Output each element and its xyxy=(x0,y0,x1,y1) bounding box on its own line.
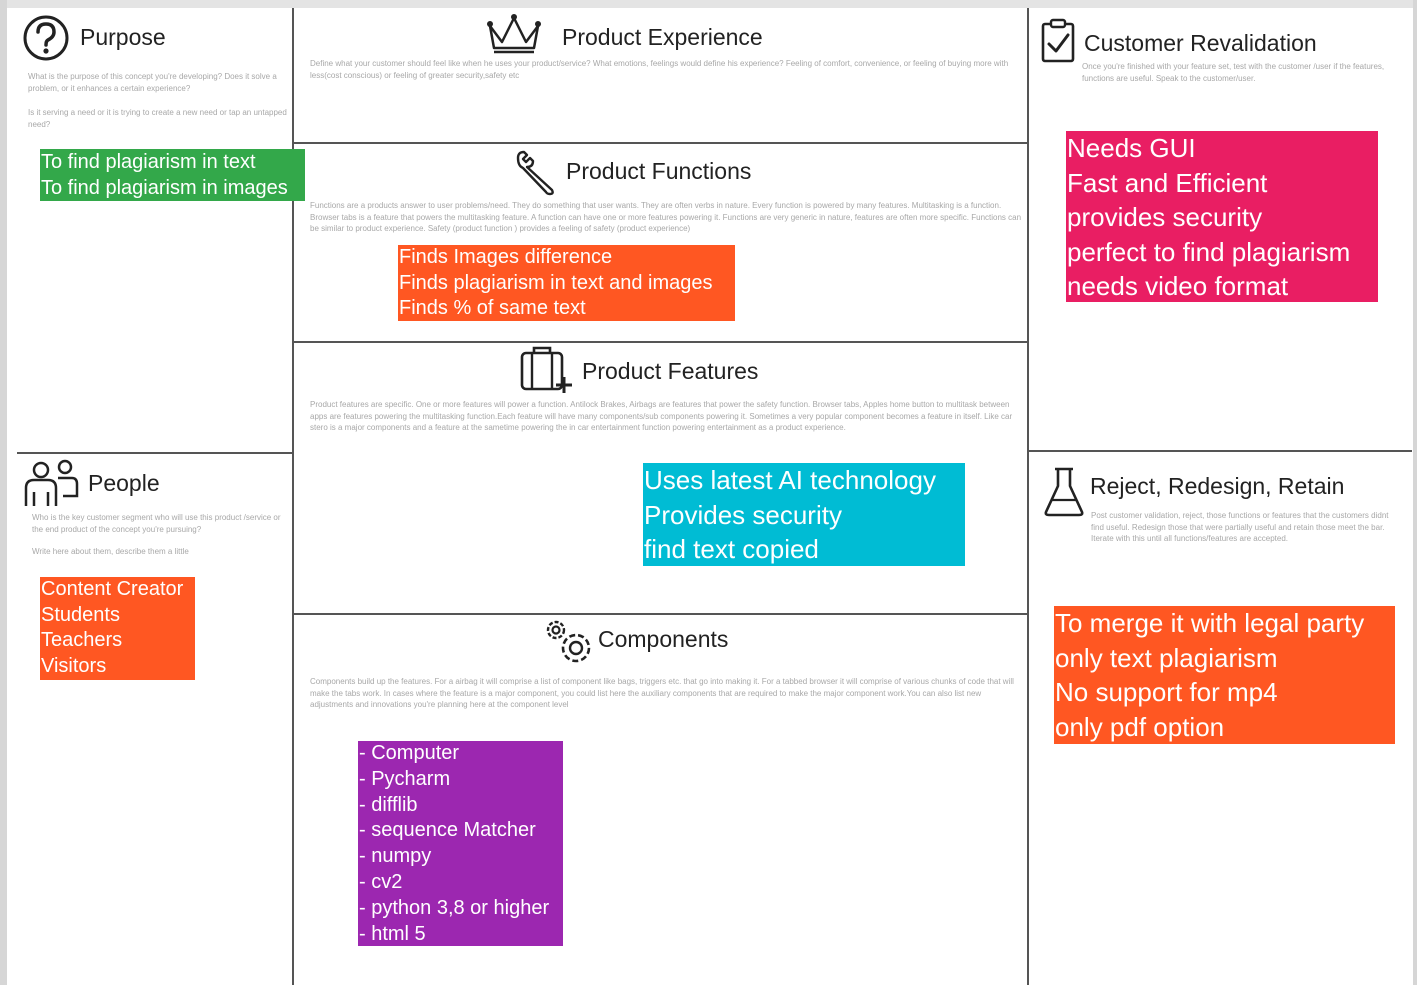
features-title: Product Features xyxy=(582,358,759,384)
purpose-sticky-note: To find plagiarism in text To find plagi… xyxy=(40,149,305,201)
components-title: Components xyxy=(598,626,729,652)
people-description-1: Who is the key customer segment who will… xyxy=(32,513,281,534)
crown-icon xyxy=(487,14,541,54)
purpose-description-2: Is it serving a need or it is trying to … xyxy=(28,108,287,129)
reject-note: To merge it with legal party xyxy=(1055,608,1365,638)
divider-right xyxy=(1027,8,1029,985)
features-note: Uses latest AI technology xyxy=(644,465,936,495)
reject-description: Post customer validation, reject, those … xyxy=(1091,511,1389,543)
functions-title: Product Functions xyxy=(566,158,752,184)
functions-description: Functions are a products answer to user … xyxy=(310,201,1022,233)
features-note: Provides security xyxy=(644,499,842,530)
reject-title: Reject, Redesign, Retain xyxy=(1090,473,1345,499)
components-description: Components build up the features. For a … xyxy=(310,677,1014,709)
people-note: Teachers xyxy=(41,629,123,651)
reject-sticky-note: To merge it with legal party only text p… xyxy=(1054,606,1395,744)
components-sticky-note: Computer Pycharm difflib sequence Matche… xyxy=(358,741,563,946)
functions-note: Finds % of same text xyxy=(399,297,586,319)
gears-icon xyxy=(546,620,591,663)
divider-center-2 xyxy=(293,341,1028,343)
components-note: html 5 xyxy=(359,922,563,946)
flask-icon xyxy=(1044,467,1084,517)
divider-center-3 xyxy=(293,613,1028,615)
people-sticky-note: Content Creator Students Teachers Visito… xyxy=(40,577,195,680)
components-note: difflib xyxy=(359,793,563,819)
people-note: Visitors xyxy=(41,654,107,677)
people-title: People xyxy=(88,470,160,496)
revalidation-title: Customer Revalidation xyxy=(1084,30,1317,56)
reject-note: No support for mp4 xyxy=(1055,677,1278,707)
components-note: sequence Matcher xyxy=(359,818,563,844)
revalidation-note: needs video format xyxy=(1067,271,1289,301)
people-note: Content Creator xyxy=(41,578,184,600)
revalidation-note: perfect to find plagiarism xyxy=(1067,236,1351,267)
features-sticky-note: Uses latest AI technology Provides secur… xyxy=(643,463,965,566)
functions-note: Finds Images difference xyxy=(399,246,613,268)
right-edge xyxy=(1413,0,1417,985)
purpose-description-1: What is the purpose of this concept you'… xyxy=(28,72,277,93)
purpose-note: To find plagiarism in text xyxy=(41,151,256,173)
clipboard-check-icon xyxy=(1041,18,1075,63)
people-note: Students xyxy=(41,603,120,626)
features-note: find text copied xyxy=(644,534,819,564)
reject-note: only text plagiarism xyxy=(1055,642,1278,673)
purpose-note: To find plagiarism in images xyxy=(41,177,288,199)
components-note: Pycharm xyxy=(359,767,563,793)
components-note: Computer xyxy=(359,741,563,767)
people-description-2: Write here about them, describe them a l… xyxy=(32,547,189,556)
divider-center-1 xyxy=(293,142,1028,144)
divider-right-mid xyxy=(1028,450,1412,452)
revalidation-note: provides security xyxy=(1067,202,1263,232)
revalidation-note: Needs GUI xyxy=(1067,133,1196,163)
top-edge xyxy=(0,0,1417,8)
left-edge xyxy=(0,0,7,985)
reject-note: only pdf option xyxy=(1055,711,1225,742)
revalidation-description: Once you're finished with your feature s… xyxy=(1082,62,1385,83)
revalidation-note: Fast and Efficient xyxy=(1067,167,1268,198)
purpose-title: Purpose xyxy=(80,24,166,50)
components-note: cv2 xyxy=(359,870,563,896)
features-description: Product features are specific. One or mo… xyxy=(310,400,1013,432)
wrench-icon xyxy=(516,150,554,196)
functions-note: Finds plagiarism in text and images xyxy=(399,271,713,294)
components-note: python 3,8 or higher xyxy=(359,896,563,922)
experience-description: Define what your customer should feel li… xyxy=(310,59,1009,80)
functions-sticky-note: Finds Images difference Finds plagiarism… xyxy=(398,245,735,321)
luggage-plus-icon xyxy=(520,346,572,393)
components-note: numpy xyxy=(359,844,563,870)
experience-title: Product Experience xyxy=(562,24,763,50)
people-icon xyxy=(24,459,79,506)
revalidation-sticky-note: Needs GUI Fast and Efficient provides se… xyxy=(1066,131,1378,302)
divider-left-mid xyxy=(17,452,293,454)
question-mark-icon xyxy=(23,15,69,61)
